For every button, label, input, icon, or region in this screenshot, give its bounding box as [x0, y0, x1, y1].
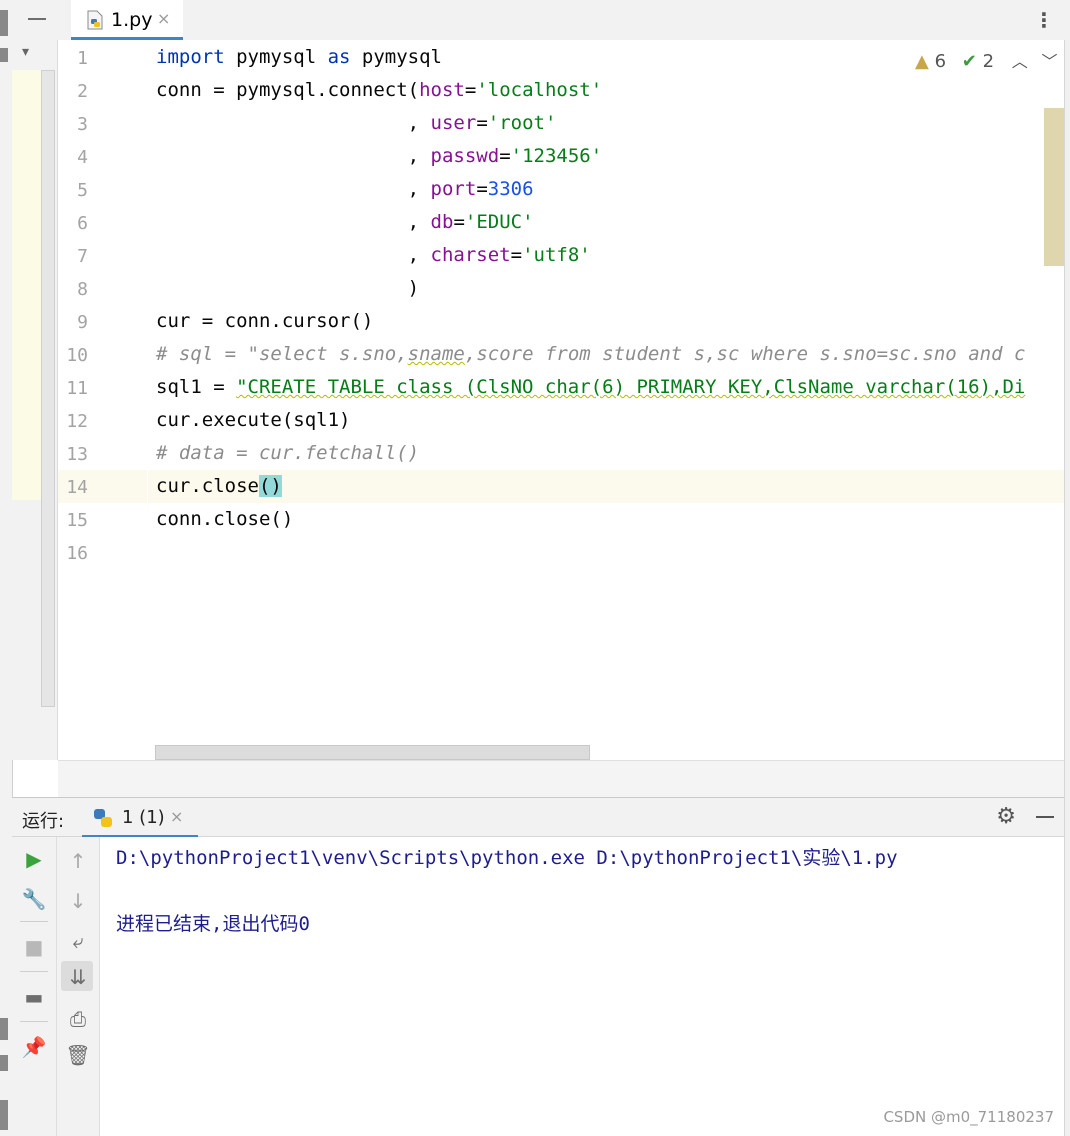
- line-number: 16: [66, 543, 88, 564]
- line-number: 2: [77, 81, 88, 102]
- python-file-icon: [87, 10, 103, 30]
- close-icon[interactable]: ×: [157, 9, 170, 28]
- structure-tool-tab[interactable]: [0, 48, 8, 62]
- run-toolbar-primary: ▶ 🔧 ■ ▬ 📌: [12, 837, 57, 1136]
- structure-bottom-tool-tab[interactable]: [0, 1100, 8, 1130]
- chevron-down-icon[interactable]: ▾: [22, 44, 29, 60]
- code-line-3: , user='root': [156, 112, 557, 134]
- right-tool-strip: [1064, 40, 1070, 1136]
- line-number: 8: [77, 279, 88, 300]
- line-number: 7: [77, 246, 88, 267]
- project-pane: ▾: [12, 40, 58, 760]
- bookmarks-tool-tab[interactable]: [0, 1018, 8, 1040]
- run-panel-header: 运行: 1 (1) × ⚙: [12, 797, 1064, 838]
- chevron-up-icon[interactable]: ︿: [1012, 52, 1028, 71]
- console-line: D:\pythonProject1\venv\Scripts\python.ex…: [116, 847, 898, 869]
- run-console[interactable]: D:\pythonProject1\venv\Scripts\python.ex…: [100, 837, 1064, 1136]
- line-number: 3: [77, 114, 88, 135]
- minimize-icon[interactable]: [28, 18, 46, 20]
- line-number: 1: [77, 48, 88, 69]
- layout-icon[interactable]: ▬: [12, 985, 56, 1009]
- run-tab-label: 1 (1): [122, 807, 165, 828]
- more-options-icon[interactable]: ⋮: [1034, 8, 1054, 32]
- editor-footer: [58, 760, 1064, 797]
- code-line-8: ): [156, 277, 420, 299]
- line-number: 15: [66, 510, 88, 531]
- code-line-2: conn = pymysql.connect(host='localhost': [156, 79, 603, 101]
- console-line: 进程已结束,退出代码0: [116, 913, 310, 935]
- code-line-15: conn.close(): [156, 508, 294, 530]
- print-icon[interactable]: ⎙: [57, 1007, 99, 1031]
- project-selection-highlight: [12, 70, 42, 500]
- code-line-14: cur.close(): [156, 475, 282, 497]
- python-icon: [94, 809, 112, 827]
- line-number: 5: [77, 180, 88, 201]
- code-line-12: cur.execute(sql1): [156, 409, 351, 431]
- project-tool-tab[interactable]: [0, 10, 8, 36]
- arrow-down-icon[interactable]: ↓: [57, 889, 99, 913]
- project-scrollbar[interactable]: [41, 70, 55, 707]
- arrow-up-icon[interactable]: ↑: [57, 849, 99, 873]
- watermark: CSDN @m0_71180237: [883, 1108, 1054, 1126]
- inspections-widget[interactable]: ▲ 6 ✔ 2 ︿ ﹀: [915, 48, 1058, 72]
- tab-1-py[interactable]: 1.py ×: [71, 0, 183, 40]
- current-line-highlight: [148, 470, 1064, 503]
- gear-icon[interactable]: ⚙: [996, 804, 1016, 829]
- line-number: 12: [66, 411, 88, 432]
- wrench-icon[interactable]: 🔧: [12, 887, 56, 911]
- code-line-4: , passwd='123456': [156, 145, 603, 167]
- line-number: 13: [66, 444, 88, 465]
- soft-wrap-icon[interactable]: ⤶: [57, 929, 99, 953]
- warning-count: 6: [934, 51, 947, 72]
- chevron-down-icon[interactable]: ﹀: [1042, 52, 1058, 71]
- trash-icon[interactable]: 🗑: [57, 1043, 99, 1067]
- line-number: 9: [77, 312, 88, 333]
- code-editor[interactable]: import pymysql as pymysql conn = pymysql…: [148, 40, 1064, 760]
- rerun-icon[interactable]: ▶: [12, 847, 56, 871]
- horizontal-scrollbar[interactable]: [155, 745, 590, 760]
- error-stripe-marker[interactable]: [1044, 108, 1064, 266]
- stop-icon[interactable]: ■: [12, 935, 56, 959]
- code-line-1: import pymysql as pymysql: [156, 46, 442, 68]
- editor-gutter: 1 2 3 4 5 6 7 8 9 10 11 12 13 14 15 16: [58, 40, 149, 760]
- code-line-7: , charset='utf8': [156, 244, 591, 266]
- code-line-6: , db='EDUC': [156, 211, 534, 233]
- code-line-11: sql1 = "CREATE TABLE class (ClsNO char(6…: [156, 376, 1026, 398]
- line-number: 11: [66, 378, 88, 399]
- line-number: 6: [77, 213, 88, 234]
- tab-label: 1.py: [111, 9, 153, 31]
- line-number: 10: [66, 345, 88, 366]
- line-number: 14: [66, 477, 88, 498]
- run-panel-title: 运行:: [22, 811, 65, 832]
- close-icon[interactable]: ×: [170, 807, 183, 826]
- typo-count: 2: [982, 51, 995, 72]
- run-tab[interactable]: 1 (1) ×: [82, 798, 198, 838]
- pin-icon[interactable]: 📌: [12, 1035, 56, 1059]
- code-line-9: cur = conn.cursor(): [156, 310, 374, 332]
- code-line-10: # sql = "select s.sno,sname,score from s…: [156, 343, 1026, 365]
- editor-tab-bar: 1.py × ⋮: [12, 0, 1070, 41]
- code-line-13: # data = cur.fetchall(): [156, 442, 420, 464]
- code-line-5: , port=3306: [156, 178, 534, 200]
- hide-panel-icon[interactable]: [1036, 816, 1054, 818]
- scroll-to-end-icon[interactable]: ⇊: [57, 965, 99, 989]
- warning-icon: ▲: [915, 51, 929, 72]
- favorites-tool-tab[interactable]: [0, 1055, 8, 1071]
- run-toolbar-secondary: ↑ ↓ ⤶ ⇊ ⎙ 🗑: [57, 837, 100, 1136]
- line-number: 4: [77, 147, 88, 168]
- typo-check-icon: ✔: [961, 51, 977, 72]
